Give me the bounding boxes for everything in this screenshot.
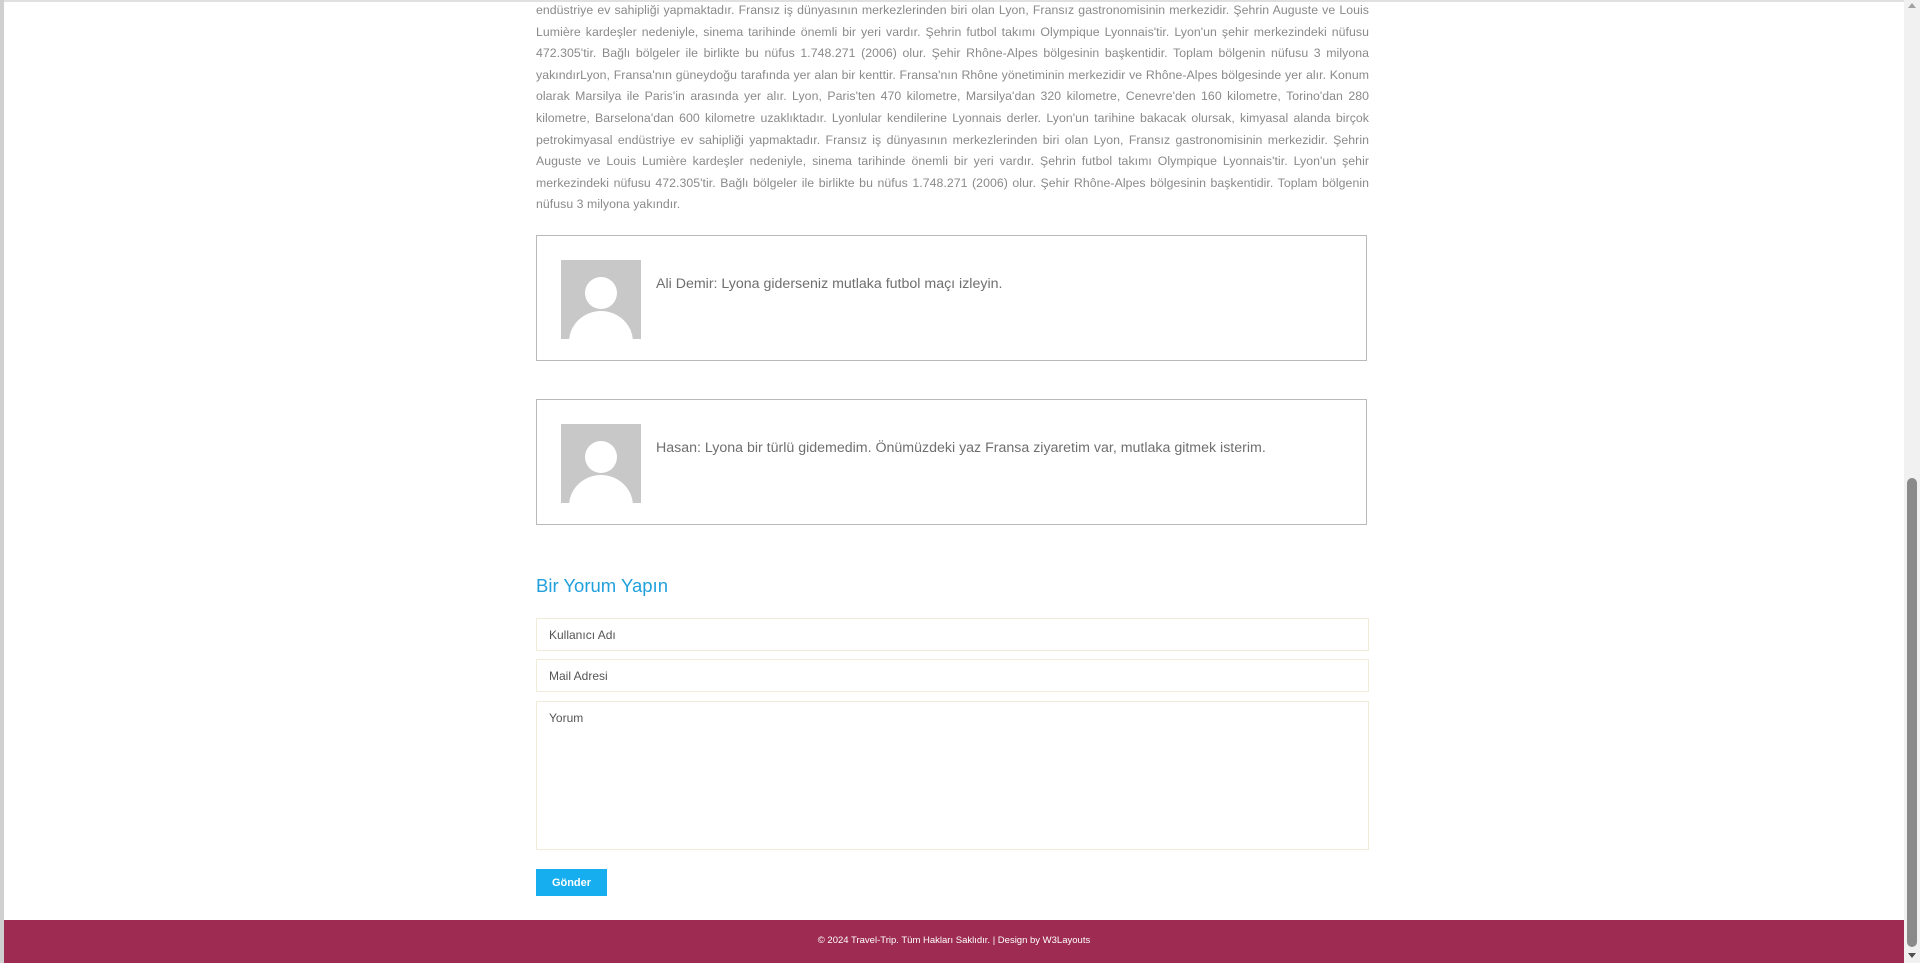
comment-textarea[interactable]: [536, 701, 1369, 850]
comment-card: Ali Demir: Lyona giderseniz mutlaka futb…: [536, 235, 1367, 361]
scroll-up-arrow-icon[interactable]: [1908, 3, 1916, 8]
window-left-border: [0, 0, 4, 963]
default-user-avatar-icon: [561, 260, 641, 339]
comment-form-title: Bir Yorum Yapın: [536, 575, 668, 596]
username-input[interactable]: [536, 618, 1369, 651]
footer-copyright: © 2024 Travel-Trip. Tüm Hakları Saklıdır…: [817, 935, 1091, 946]
scrollbar-thumb[interactable]: [1907, 478, 1917, 947]
comment-text: Ali Demir: Lyona giderseniz mutlaka futb…: [656, 276, 1003, 292]
email-input[interactable]: [536, 659, 1369, 692]
submit-button[interactable]: Gönder: [536, 869, 607, 896]
footer: © 2024 Travel-Trip. Tüm Hakları Saklıdır…: [4, 920, 1904, 963]
comment-text: Hasan: Lyona bir türlü gidemedim. Önümüz…: [656, 440, 1266, 456]
scroll-down-arrow-icon[interactable]: [1908, 953, 1916, 958]
article-text: endüstriye ev sahipliği yapmaktadır. Fra…: [536, 3, 1369, 212]
default-user-avatar-icon: [561, 424, 641, 503]
vertical-scrollbar[interactable]: [1904, 0, 1920, 963]
comment-card: Hasan: Lyona bir türlü gidemedim. Önümüz…: [536, 399, 1367, 525]
